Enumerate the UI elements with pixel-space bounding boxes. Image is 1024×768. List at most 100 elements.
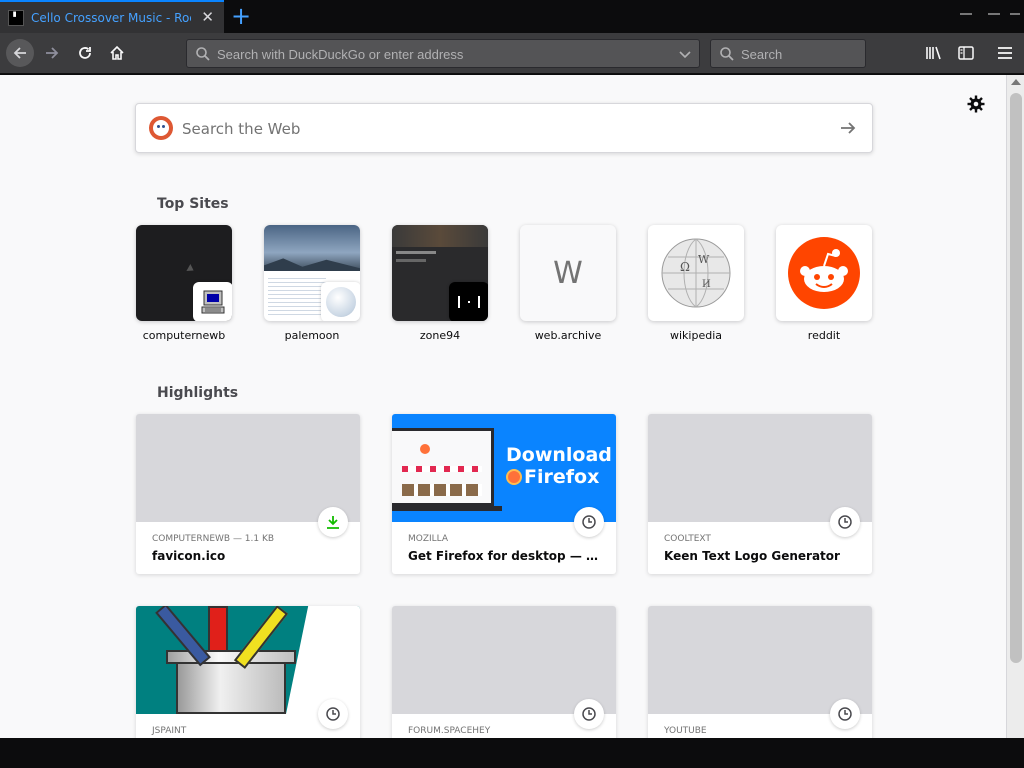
library-button[interactable] — [920, 39, 948, 67]
arrow-right-icon[interactable] — [839, 119, 857, 137]
highlights-title: Highlights — [157, 385, 239, 401]
web-search-input[interactable] — [182, 118, 782, 140]
top-site-thumbnail: W — [520, 225, 616, 321]
vertical-scrollbar[interactable] — [1006, 75, 1024, 738]
top-site-thumbnail — [264, 225, 360, 321]
zone94-favicon-icon — [449, 282, 488, 321]
scroll-up-icon[interactable] — [1011, 79, 1021, 85]
highlight-card[interactable]: JSPAINT — [136, 606, 360, 738]
home-button[interactable] — [103, 39, 131, 67]
clock-icon — [830, 507, 860, 537]
highlight-thumbnail: Download Firefox — [392, 414, 616, 522]
top-site-thumbnail — [776, 225, 872, 321]
back-button[interactable] — [6, 39, 34, 67]
library-icon — [926, 46, 941, 60]
clock-icon — [830, 699, 860, 729]
web-search-box[interactable] — [135, 103, 873, 153]
top-site-label: palemoon — [284, 329, 340, 342]
web-archive-letter-icon: W — [553, 255, 583, 291]
active-tab[interactable]: ▘ Cello Crossover Music - Rock ✕ — [0, 0, 224, 33]
clock-icon — [574, 507, 604, 537]
highlight-card[interactable]: Download Firefox MOZILLA Get Firefox for… — [392, 414, 616, 574]
top-site-label: wikipedia — [669, 329, 722, 342]
chevron-down-icon[interactable] — [679, 48, 691, 60]
highlight-thumbnail — [136, 606, 360, 714]
highlight-source: JSPAINT — [152, 726, 187, 736]
search-bar[interactable] — [710, 39, 866, 68]
highlight-card[interactable]: COOLTEXT Keen Text Logo Generator — [648, 414, 872, 574]
search-icon — [196, 47, 210, 61]
navigation-toolbar — [0, 33, 1024, 74]
top-site-tile[interactable]: zone94 — [392, 225, 488, 342]
reload-button[interactable] — [71, 39, 99, 67]
hamburger-menu-icon — [998, 47, 1012, 59]
svg-text:Ω: Ω — [680, 260, 690, 274]
window-restore-icon[interactable] — [988, 13, 1000, 15]
firefox-banner-text: Download — [506, 444, 612, 466]
svg-text:W: W — [698, 253, 710, 266]
palemoon-favicon-icon — [321, 282, 360, 321]
reddit-logo-icon — [788, 237, 860, 309]
highlight-card[interactable]: COMPUTERNEWB — 1.1 KB favicon.ico — [136, 414, 360, 574]
highlight-title: Get Firefox for desktop — Mozil... — [408, 549, 604, 563]
sidebar-button[interactable] — [952, 39, 980, 67]
tab-favicon-icon: ▘ — [8, 9, 24, 26]
new-tab-page: Top Sites computernewb palemoon — [0, 75, 1006, 738]
back-arrow-icon — [13, 47, 26, 59]
top-site-tile[interactable]: computernewb — [136, 225, 232, 342]
url-input[interactable] — [217, 44, 657, 64]
url-bar[interactable] — [186, 39, 700, 68]
top-site-thumbnail — [392, 225, 488, 321]
highlight-source: FORUM.SPACEHEY — [408, 726, 491, 736]
reload-icon — [79, 47, 91, 59]
tab-bar: ▘ Cello Crossover Music - Rock ✕ + — [0, 0, 1024, 33]
top-sites-title: Top Sites — [157, 196, 229, 212]
computer-favicon-icon — [193, 282, 232, 321]
highlight-thumbnail — [648, 414, 872, 522]
search-input[interactable] — [741, 44, 859, 64]
top-site-thumbnail: Ω W И — [648, 225, 744, 321]
top-site-label: reddit — [807, 329, 841, 342]
top-site-tile[interactable]: palemoon — [264, 225, 360, 342]
forward-button[interactable] — [38, 39, 66, 67]
highlight-source: MOZILLA — [408, 534, 449, 544]
sidebar-icon — [958, 46, 974, 60]
top-site-tile[interactable]: Ω W И wikipedia — [648, 225, 744, 342]
highlight-thumbnail — [136, 414, 360, 522]
top-site-thumbnail — [136, 225, 232, 321]
highlight-title: Keen Text Logo Generator — [664, 549, 840, 563]
forward-arrow-icon — [46, 47, 59, 59]
highlight-card[interactable]: YOUTUBE — [648, 606, 872, 738]
duckduckgo-logo-icon — [149, 116, 173, 140]
highlight-thumbnail — [648, 606, 872, 714]
tab-title: Cello Crossover Music - Rock — [31, 10, 191, 25]
window-minimize-icon[interactable] — [960, 13, 972, 15]
clock-icon — [318, 699, 348, 729]
highlight-thumbnail — [392, 606, 616, 714]
clock-icon — [574, 699, 604, 729]
highlight-title: favicon.ico — [152, 549, 226, 563]
firefox-banner-text: Firefox — [524, 466, 600, 488]
wikipedia-globe-icon: Ω W И — [661, 238, 731, 308]
top-site-tile[interactable]: W web.archive — [520, 225, 616, 342]
search-icon — [720, 47, 734, 61]
window-bottom-edge — [0, 738, 1024, 768]
home-icon — [110, 45, 124, 60]
top-site-label: web.archive — [534, 329, 602, 342]
gear-icon[interactable] — [967, 95, 985, 113]
highlight-source: COOLTEXT — [664, 534, 711, 544]
menu-button[interactable] — [991, 39, 1019, 67]
top-site-label: zone94 — [419, 329, 461, 342]
svg-text:И: И — [702, 279, 711, 290]
scrollbar-thumb[interactable] — [1010, 93, 1022, 663]
highlight-source: COMPUTERNEWB — 1.1 KB — [152, 534, 275, 544]
tab-close-icon[interactable]: ✕ — [201, 9, 214, 25]
highlight-source: YOUTUBE — [664, 726, 707, 736]
top-site-label: computernewb — [142, 329, 226, 342]
top-site-tile[interactable]: reddit — [776, 225, 872, 342]
new-tab-button[interactable]: + — [230, 3, 252, 29]
download-icon — [318, 507, 348, 537]
window-close-icon[interactable] — [1010, 13, 1020, 15]
highlight-card[interactable]: FORUM.SPACEHEY — [392, 606, 616, 738]
firefox-logo-icon — [506, 469, 522, 485]
